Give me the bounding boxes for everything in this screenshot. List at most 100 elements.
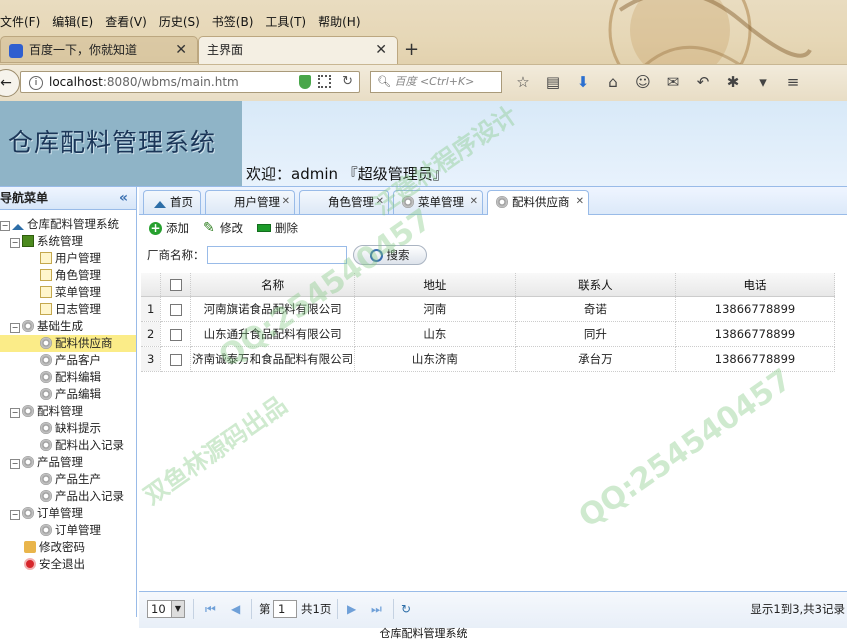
menu-help[interactable]: 帮助(H) xyxy=(312,12,366,32)
info-icon[interactable]: i xyxy=(29,75,43,90)
last-page-icon[interactable]: ⏭ xyxy=(371,600,382,618)
tree-item-order-mgmt[interactable]: 订单管理 xyxy=(40,522,101,539)
tab-supplier[interactable]: 配料供应商 ✕ xyxy=(487,190,589,215)
browser-search-box[interactable]: 🔍︎ 百度 <Ctrl+K> xyxy=(370,71,502,93)
refresh-icon[interactable]: ↻ xyxy=(401,600,411,618)
tree-item-log-mgmt[interactable]: 日志管理 xyxy=(40,301,101,318)
column-header-contact[interactable]: 联系人 xyxy=(515,273,677,297)
page-icon xyxy=(40,269,52,281)
hamburger-menu-icon[interactable]: ≡ xyxy=(782,71,804,93)
tree-item-role-mgmt[interactable]: 角色管理 xyxy=(40,267,101,284)
close-icon[interactable]: ✕ xyxy=(376,191,384,213)
extension-icon[interactable]: ✱ xyxy=(722,71,744,93)
row-checkbox[interactable] xyxy=(160,296,192,322)
tab-home[interactable]: 首页 xyxy=(143,190,201,214)
tree-group-label: 配料管理 xyxy=(37,404,83,418)
dropdown-icon[interactable]: ▾ xyxy=(752,71,774,93)
cell-contact: 承台万 xyxy=(515,346,677,372)
tab-menu-mgmt[interactable]: 菜单管理 ✕ xyxy=(393,190,483,214)
tab-role-mgmt[interactable]: 角色管理 ✕ xyxy=(299,190,389,214)
row-number: 1 xyxy=(141,296,162,322)
row-checkbox[interactable] xyxy=(160,321,192,347)
select-all-checkbox[interactable] xyxy=(160,273,192,297)
collapse-toggle-icon[interactable]: − xyxy=(10,323,20,333)
tree-group-ingredient[interactable]: − 配料管理 xyxy=(10,403,83,420)
back-icon[interactable]: ← xyxy=(0,69,20,97)
tree-item-ingredient-edit[interactable]: 配料编辑 xyxy=(40,369,101,386)
new-tab-icon[interactable]: + xyxy=(404,36,419,63)
tree-item-ingredient-records[interactable]: 配料出入记录 xyxy=(40,437,124,454)
collapse-toggle-icon[interactable]: − xyxy=(10,238,20,248)
home-icon[interactable]: ⌂ xyxy=(602,71,624,93)
table-row[interactable]: 1 河南旗诺食品配料有限公司 河南 奇诺 13866778899 xyxy=(141,296,835,322)
menu-history[interactable]: 历史(S) xyxy=(153,12,206,32)
prev-page-icon[interactable]: ◀ xyxy=(231,600,240,618)
page-size-select[interactable]: 10 ▼ xyxy=(147,600,185,618)
page-number-input[interactable]: 1 xyxy=(273,600,297,618)
tree-item-change-password[interactable]: 修改密码 xyxy=(24,539,85,556)
table-row[interactable]: 2 山东通升食品配料有限公司 山东 同升 13866778899 xyxy=(141,321,835,347)
delete-label: 删除 xyxy=(275,221,298,235)
shield-icon[interactable] xyxy=(299,75,311,89)
tree-item-product-edit[interactable]: 产品编辑 xyxy=(40,386,101,403)
tree-item-shortage[interactable]: 缺料提示 xyxy=(40,420,101,437)
collapse-toggle-icon[interactable]: − xyxy=(10,510,20,520)
column-header-phone[interactable]: 电话 xyxy=(675,273,835,297)
browser-search-placeholder: 百度 <Ctrl+K> xyxy=(394,75,475,88)
reading-list-icon[interactable]: ▤ xyxy=(542,71,564,93)
close-icon[interactable]: ✕ xyxy=(175,37,187,64)
collapse-toggle-icon[interactable]: − xyxy=(10,459,20,469)
qr-code-icon[interactable] xyxy=(318,75,331,88)
close-icon[interactable]: ✕ xyxy=(470,191,478,213)
tree-item-menu-mgmt[interactable]: 菜单管理 xyxy=(40,284,101,301)
tree-group-basic[interactable]: − 基础生成 xyxy=(10,318,83,335)
delete-button[interactable]: 删除 xyxy=(257,220,298,236)
browser-tab-baidu[interactable]: 百度一下，你就知道 ✕ xyxy=(0,36,198,63)
reload-icon[interactable]: ↻ xyxy=(342,72,353,92)
tree-item-supplier[interactable]: 配料供应商 xyxy=(0,335,136,352)
column-header-address[interactable]: 地址 xyxy=(354,273,516,297)
smiley-icon[interactable]: ☺ xyxy=(632,71,654,93)
tree-item-product-records[interactable]: 产品出入记录 xyxy=(40,488,124,505)
menu-file[interactable]: 文件(F) xyxy=(0,12,46,32)
row-checkbox[interactable] xyxy=(160,346,192,372)
tree-group-system[interactable]: − 系统管理 xyxy=(10,233,83,250)
menu-edit[interactable]: 编辑(E) xyxy=(46,12,99,32)
collapse-toggle-icon[interactable]: − xyxy=(0,221,10,231)
tree-group-order[interactable]: − 订单管理 xyxy=(10,505,83,522)
tree-group-product[interactable]: − 产品管理 xyxy=(10,454,83,471)
add-button[interactable]: + 添加 xyxy=(149,220,189,236)
undo-icon[interactable]: ↶ xyxy=(692,71,714,93)
browser-tab-main[interactable]: 主界面 ✕ xyxy=(198,36,398,64)
url-bar[interactable]: i localhost:8080/wbms/main.htm ↻ xyxy=(20,71,360,93)
first-page-icon[interactable]: ⏮ xyxy=(205,600,216,618)
menu-view[interactable]: 查看(V) xyxy=(99,12,153,32)
edit-button[interactable]: ✎ 修改 xyxy=(203,220,243,236)
sidebar-header: 导航菜单 « xyxy=(0,187,136,210)
page-size-value: 10 xyxy=(151,602,166,616)
table-row[interactable]: 3 济南诚泰万和食品配料有限公司 山东济南 承台万 13866778899 xyxy=(141,346,835,372)
next-page-icon[interactable]: ▶ xyxy=(347,600,356,618)
tree-item-production[interactable]: 产品生产 xyxy=(40,471,101,488)
search-button[interactable]: 搜索 xyxy=(352,245,427,265)
column-header-name[interactable]: 名称 xyxy=(190,273,356,297)
menu-bookmarks[interactable]: 书签(B) xyxy=(206,12,260,32)
close-icon[interactable]: ✕ xyxy=(375,37,387,64)
search-label: 搜索 xyxy=(386,248,410,262)
tab-user-mgmt[interactable]: 用户管理 ✕ xyxy=(205,190,295,214)
pocket-icon[interactable]: ✉ xyxy=(662,71,684,93)
download-icon[interactable]: ⬇ xyxy=(572,71,594,93)
menu-tools[interactable]: 工具(T) xyxy=(259,12,312,32)
tree-item-customer[interactable]: 产品客户 xyxy=(40,352,101,369)
collapse-icon[interactable]: « xyxy=(119,187,128,209)
tree-item-logout[interactable]: 安全退出 xyxy=(24,556,85,573)
tree-root[interactable]: − 仓库配料管理系统 xyxy=(0,216,119,233)
vendor-name-input[interactable] xyxy=(206,246,347,264)
tree-item-user-mgmt[interactable]: 用户管理 xyxy=(40,250,101,267)
collapse-toggle-icon[interactable]: − xyxy=(10,408,20,418)
close-icon[interactable]: ✕ xyxy=(576,191,584,213)
close-icon[interactable]: ✕ xyxy=(282,191,290,213)
tree-item-label: 产品生产 xyxy=(55,472,101,486)
star-icon[interactable]: ☆ xyxy=(512,71,534,93)
tab-label: 角色管理 xyxy=(328,195,374,209)
